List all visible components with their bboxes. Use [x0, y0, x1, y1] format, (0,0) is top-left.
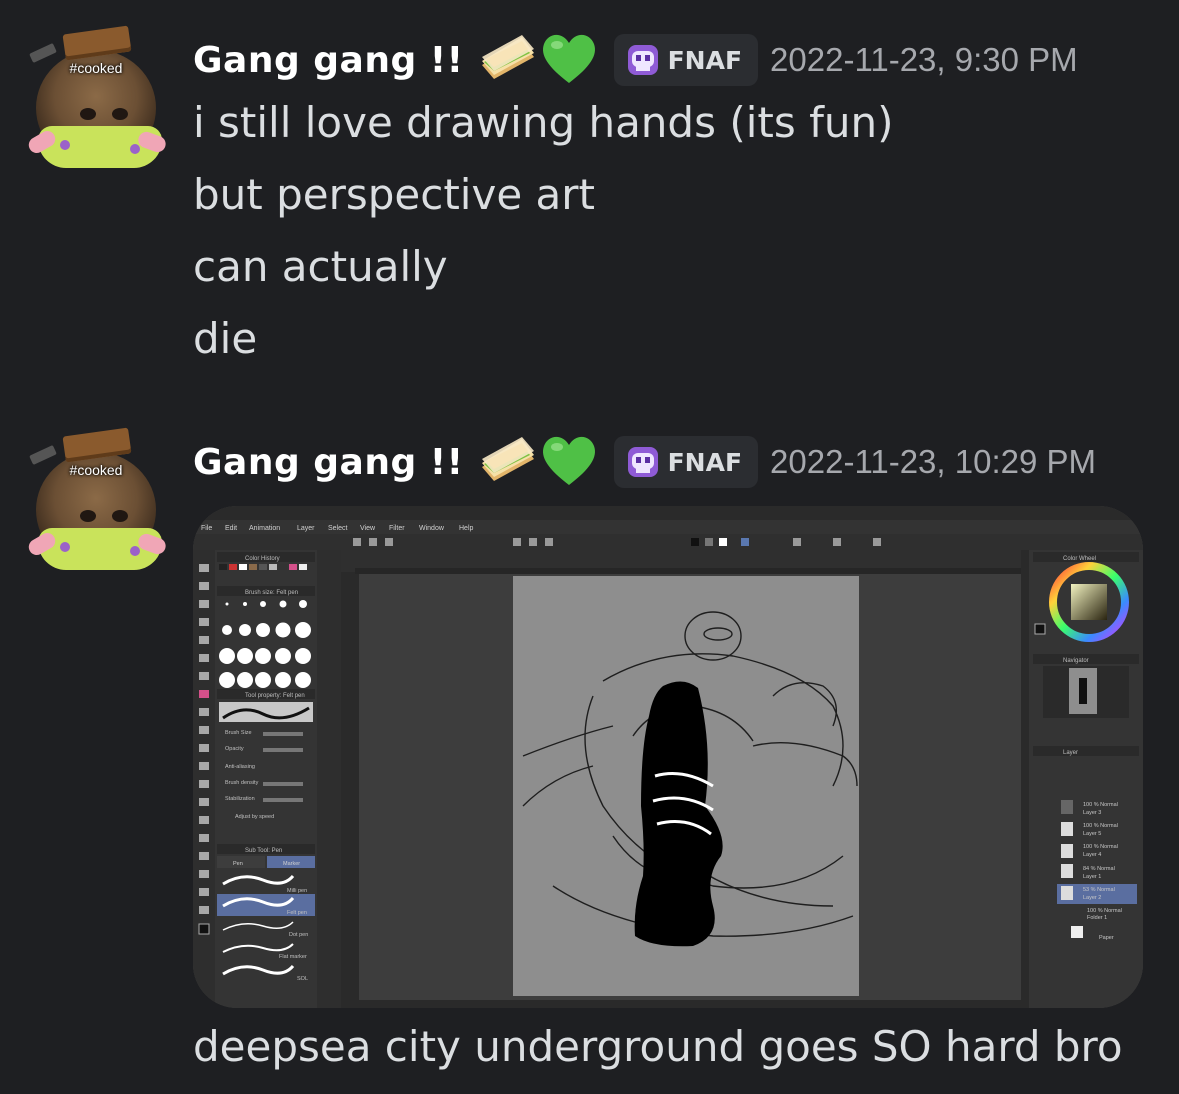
app-menu-item: View — [360, 525, 376, 532]
panel-label: Tool property: Felt pen — [245, 693, 305, 699]
layer-name: Layer 5 — [1083, 831, 1101, 837]
panel-label: Brush size: Felt pen — [245, 590, 298, 596]
app-menu-item: Edit — [225, 525, 237, 532]
sub-tool-tab: Marker — [283, 861, 300, 867]
sub-tool-tab: Pen — [233, 861, 243, 867]
layer-name: Layer 3 — [1083, 810, 1101, 816]
tool-property-label: Opacity — [225, 746, 244, 752]
app-menu-item: Filter — [389, 525, 405, 532]
purple-skull-icon — [627, 447, 658, 477]
image-attachment[interactable]: File Edit Animation Layer Select View Fi… — [193, 506, 1143, 1008]
svg-text:84 % Normal: 84 % Normal — [1083, 866, 1115, 872]
layer-name: Layer 1 — [1083, 874, 1101, 880]
sub-tool-item: Milli pen — [287, 888, 307, 894]
panel-label: Color History — [245, 556, 280, 562]
message-line: die — [193, 314, 258, 363]
sandwich-emoji — [478, 35, 536, 85]
username[interactable]: Gang gang !! — [193, 442, 464, 483]
tool-property-label: Brush density — [225, 780, 259, 786]
panel-label: Sub Tool: Pen — [245, 848, 282, 854]
sub-tool-item: Dot pen — [289, 932, 308, 938]
sub-tool-item: SOL — [297, 976, 308, 982]
green-heart-emoji — [540, 31, 598, 89]
attachment-screenshot: File Edit Animation Layer Select View Fi… — [193, 506, 1143, 1008]
layer-name: Layer 2 — [1083, 895, 1101, 901]
avatar-tag: #cooked — [69, 60, 123, 76]
message-line: can actually — [193, 242, 448, 291]
panel-label: Layer — [1063, 750, 1078, 756]
svg-text:100 % Normal: 100 % Normal — [1083, 823, 1118, 829]
svg-text:53 % Normal: 53 % Normal — [1083, 887, 1115, 893]
app-menu-item: Window — [419, 525, 445, 532]
sub-tool-item: Flat marker — [279, 954, 307, 960]
layer-name: Paper — [1099, 935, 1114, 941]
tool-property-label: Anti-aliasing — [225, 764, 255, 770]
timestamp[interactable]: 2022-11-23, 10:29 PM — [770, 443, 1096, 481]
tool-property-label: Adjust by speed — [235, 814, 274, 820]
timestamp[interactable]: 2022-11-23, 9:30 PM — [770, 41, 1078, 79]
clan-tag-label: FNAF — [667, 447, 743, 477]
app-menu-item: Layer — [297, 525, 315, 532]
svg-text:100 % Normal: 100 % Normal — [1087, 908, 1122, 914]
message-line: i still love drawing hands (its fun) — [193, 98, 894, 147]
app-menu-item: File — [201, 525, 212, 532]
message-line: but perspective art — [193, 170, 595, 219]
sandwich-emoji — [478, 437, 536, 487]
layer-name: Folder 1 — [1087, 915, 1107, 921]
panel-label: Color Wheel — [1063, 556, 1096, 562]
clan-tag[interactable]: FNAF — [613, 436, 759, 488]
clan-tag-label: FNAF — [667, 45, 743, 75]
avatar-tag: #cooked — [69, 462, 123, 478]
svg-text:100 % Normal: 100 % Normal — [1083, 802, 1118, 808]
app-menu-item: Animation — [249, 525, 280, 532]
message-header: Gang gang !! FNAF — [193, 30, 1078, 90]
purple-skull-icon — [627, 45, 658, 75]
avatar[interactable]: #cooked — [25, 427, 168, 570]
message-header: Gang gang !! FNAF — [193, 432, 1096, 492]
clan-tag[interactable]: FNAF — [613, 34, 759, 86]
sub-tool-item: Felt pen — [287, 910, 307, 916]
svg-text:100 % Normal: 100 % Normal — [1083, 844, 1118, 850]
app-menu-item: Help — [459, 525, 474, 532]
avatar[interactable]: #cooked — [25, 25, 168, 168]
layer-name: Layer 4 — [1083, 852, 1101, 858]
username[interactable]: Gang gang !! — [193, 40, 464, 81]
green-heart-emoji — [540, 433, 598, 491]
tool-property-label: Stabilization — [225, 796, 255, 802]
app-menu-item: Select — [328, 525, 348, 532]
tool-property-label: Brush Size — [225, 730, 252, 736]
message-line: deepsea city underground goes SO hard br… — [193, 1022, 1123, 1071]
panel-label: Navigator — [1063, 658, 1089, 664]
